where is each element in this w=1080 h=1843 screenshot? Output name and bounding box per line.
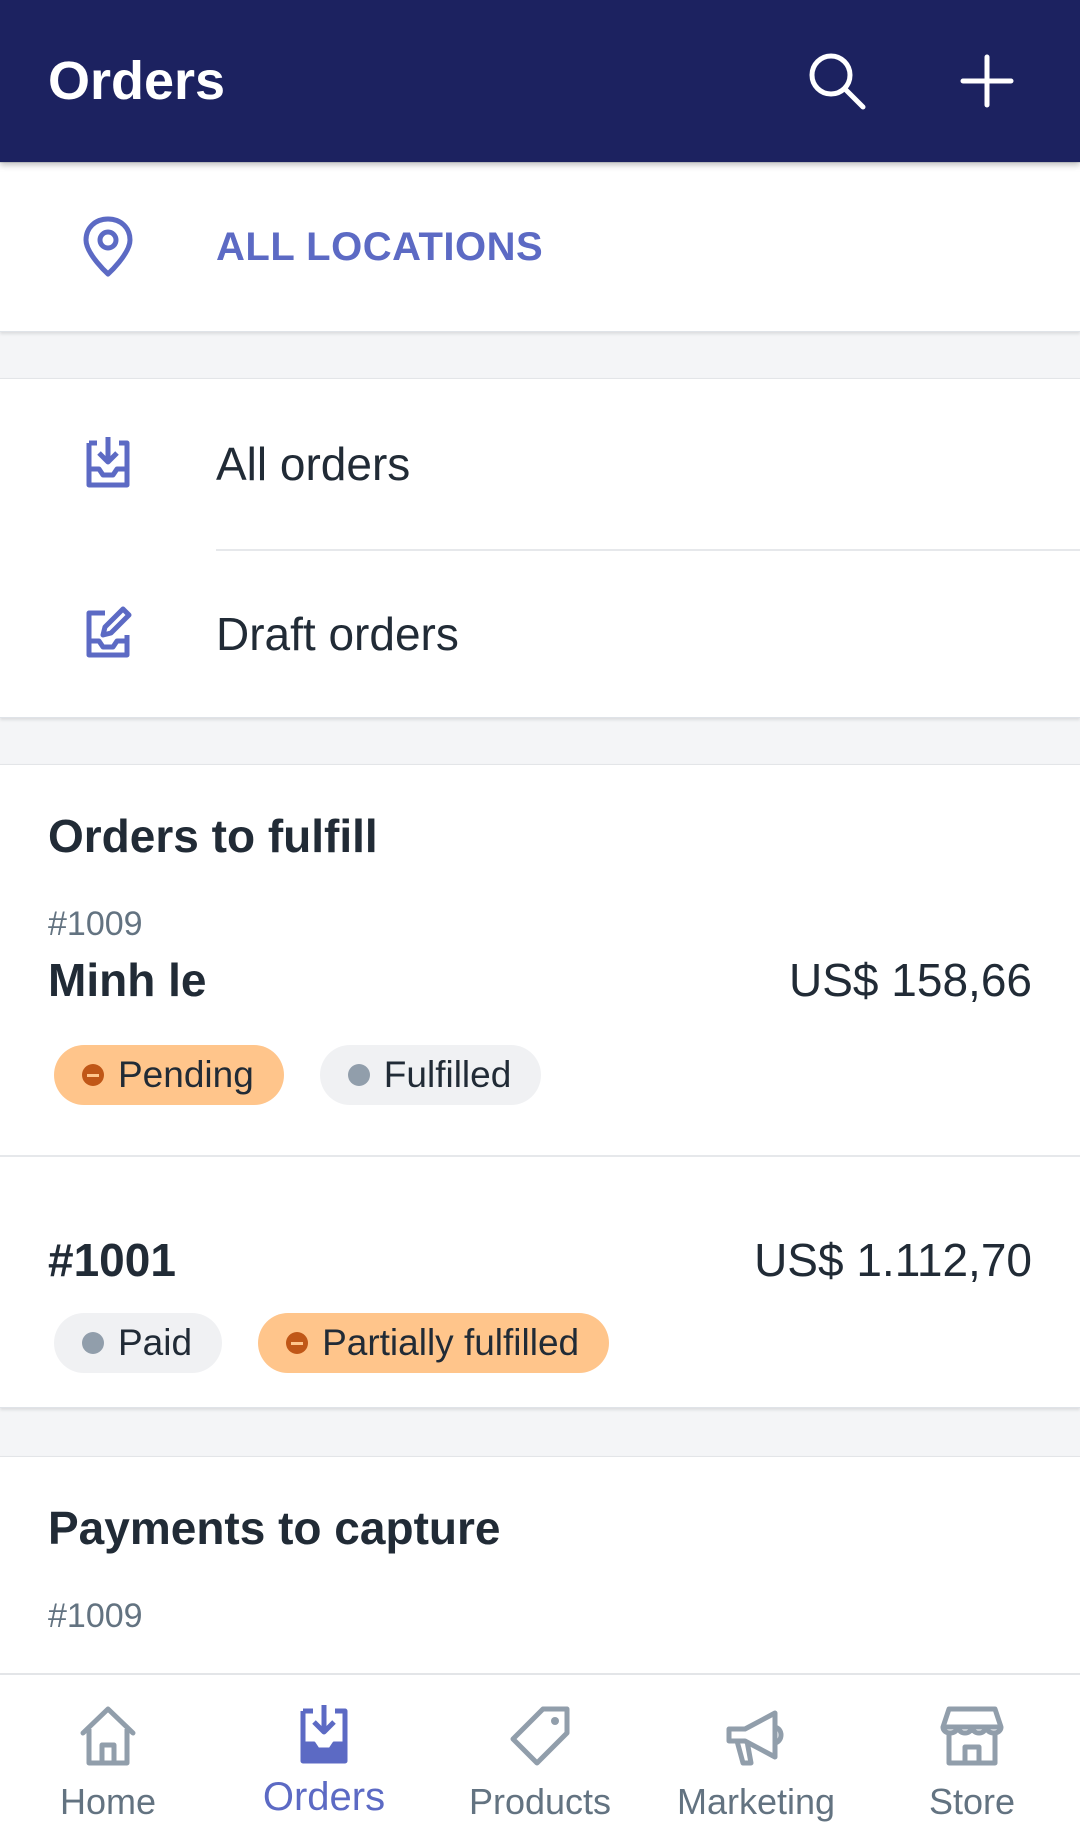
nav-item-label: All orders	[216, 438, 411, 490]
section-title: Payments to capture	[48, 1502, 501, 1554]
order-row-1009[interactable]: #1009 Minh le US$ 158,66 Pending Fulfill…	[0, 905, 1080, 1155]
tab-marketing[interactable]: Marketing	[648, 1675, 864, 1843]
page-title: Orders	[48, 51, 226, 111]
status-dot-icon	[82, 1332, 104, 1354]
tab-orders[interactable]: Orders	[216, 1675, 432, 1843]
tab-products[interactable]: Products	[432, 1675, 648, 1843]
inbox-download-icon	[86, 437, 130, 488]
tab-label: Marketing	[676, 1781, 836, 1822]
tab-home[interactable]: Home	[0, 1675, 216, 1843]
order-row-1001[interactable]: #1001 US$ 1.112,70 Paid Partially fulfil…	[0, 1157, 1080, 1409]
status-badges: Paid Partially fulfilled	[54, 1313, 610, 1373]
home-icon	[80, 1706, 136, 1766]
pending-dot-icon	[82, 1064, 104, 1086]
order-number: #1001	[48, 1234, 176, 1286]
partial-dot-icon	[286, 1332, 309, 1354]
store-icon	[940, 1706, 1004, 1766]
orders-icon	[300, 1705, 348, 1764]
status-badge: Pending	[54, 1045, 284, 1105]
tab-label: Store	[928, 1781, 1016, 1822]
tab-label: Home	[59, 1781, 157, 1822]
add-order-button[interactable]	[942, 36, 1032, 126]
bottom-nav: Home Orders Products Marketing Store	[0, 1673, 1080, 1843]
divider	[216, 549, 1080, 551]
customer-name: Minh le	[48, 954, 207, 1006]
order-total: US$ 1.112,70	[754, 1234, 1032, 1286]
orders-to-fulfill-card: Orders to fulfill #1009 Minh le US$ 158,…	[0, 764, 1080, 1408]
section-title: Orders to fulfill	[48, 810, 378, 862]
app-bar: Orders	[0, 0, 1080, 162]
status-dot-icon	[347, 1064, 370, 1086]
tag-icon	[510, 1706, 570, 1766]
location-pin-icon	[83, 216, 133, 277]
search-button[interactable]	[792, 36, 882, 126]
orders-nav-list: All orders Draft orders	[0, 378, 1080, 718]
inbox-edit-icon	[86, 606, 132, 658]
nav-item-draft-orders[interactable]: Draft orders	[0, 549, 1080, 719]
location-label: ALL LOCATIONS	[216, 224, 544, 269]
megaphone-icon	[726, 1710, 784, 1766]
nav-item-all-orders[interactable]: All orders	[0, 379, 1080, 549]
order-number: #1009	[48, 905, 143, 943]
tab-label: Orders	[262, 1775, 386, 1819]
tab-label: Products	[468, 1781, 612, 1822]
location-selector[interactable]: ALL LOCATIONS	[0, 162, 1080, 332]
plus-icon	[960, 54, 1014, 108]
status-badge: Fulfilled	[319, 1045, 542, 1105]
tab-store[interactable]: Store	[864, 1675, 1080, 1843]
nav-item-label: Draft orders	[216, 608, 459, 660]
status-badge: Partially fulfilled	[258, 1313, 610, 1373]
search-icon	[809, 53, 866, 110]
order-number: #1009	[48, 1597, 143, 1635]
order-total: US$ 158,66	[789, 954, 1032, 1006]
status-badges: Pending Fulfilled	[54, 1045, 542, 1105]
status-badge: Paid	[54, 1313, 223, 1373]
